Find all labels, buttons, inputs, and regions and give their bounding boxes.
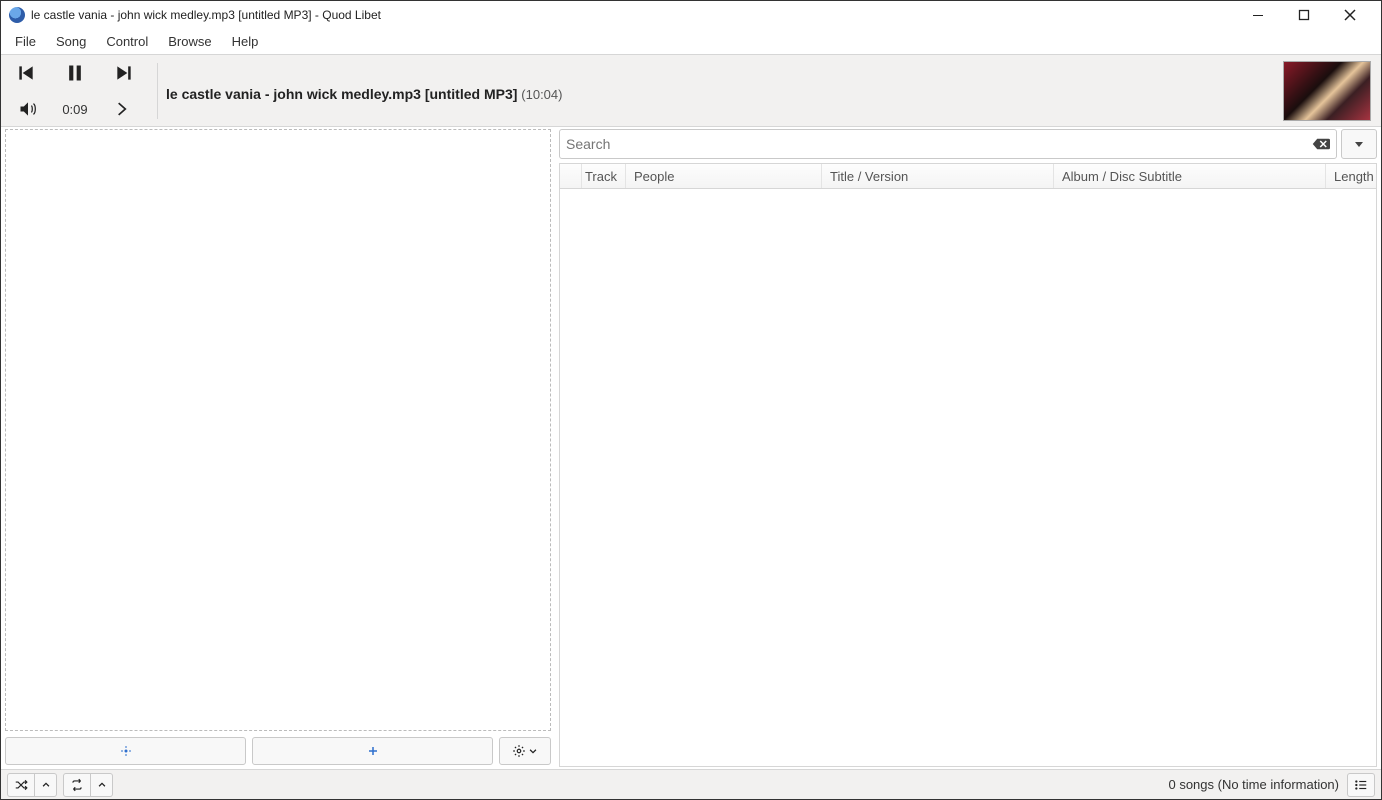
triangle-down-icon (1353, 138, 1365, 150)
gear-icon (512, 744, 526, 758)
minimize-button[interactable] (1235, 1, 1281, 29)
main-area: Track People Title / Version Album / Dis… (1, 127, 1381, 769)
album-art[interactable] (1283, 61, 1371, 121)
now-playing-duration: (10:04) (521, 87, 562, 102)
chevron-up-icon (41, 780, 51, 790)
previous-button[interactable] (6, 55, 46, 91)
search-options-button[interactable] (1341, 129, 1377, 159)
now-playing[interactable]: le castle vania - john wick medley.mp3 [… (166, 80, 1283, 102)
search-input[interactable] (566, 136, 1312, 152)
menubar: File Song Control Browse Help (1, 29, 1381, 55)
menu-control[interactable]: Control (96, 29, 158, 54)
col-title[interactable]: Title / Version (822, 164, 1054, 188)
plus-icon (367, 745, 379, 757)
shuffle-icon (14, 778, 28, 792)
col-people[interactable]: People (626, 164, 822, 188)
app-icon (9, 7, 25, 23)
clear-search-icon[interactable] (1312, 137, 1330, 151)
chevron-down-icon (528, 746, 538, 756)
col-track[interactable]: Track (582, 164, 626, 188)
divider (157, 63, 158, 119)
window-title: le castle vania - john wick medley.mp3 [… (31, 8, 381, 22)
next-button[interactable] (104, 55, 144, 91)
queue-button[interactable] (1347, 773, 1375, 797)
now-playing-title: le castle vania - john wick medley.mp3 [… (166, 86, 517, 102)
right-pane: Track People Title / Version Album / Dis… (559, 127, 1381, 769)
settings-button[interactable] (499, 737, 551, 765)
col-length[interactable]: Length (1326, 164, 1376, 188)
repeat-button[interactable] (63, 773, 91, 797)
shuffle-menu-button[interactable] (35, 773, 57, 797)
menu-file[interactable]: File (5, 29, 46, 54)
menu-help[interactable]: Help (222, 29, 269, 54)
elapsed-time[interactable]: 0:09 (62, 102, 87, 117)
add-button[interactable] (252, 737, 493, 765)
seek-forward-button[interactable] (102, 91, 142, 127)
statusbar: 0 songs (No time information) (1, 769, 1381, 799)
target-icon (120, 745, 132, 757)
col-playing[interactable] (560, 164, 582, 188)
repeat-menu-button[interactable] (91, 773, 113, 797)
tracklist[interactable] (559, 189, 1377, 767)
col-album[interactable]: Album / Disc Subtitle (1054, 164, 1326, 188)
list-icon (1354, 778, 1368, 792)
maximize-button[interactable] (1281, 1, 1327, 29)
add-location-button[interactable] (5, 737, 246, 765)
player-bar: 0:09 le castle vania - john wick medley.… (1, 55, 1381, 127)
titlebar: le castle vania - john wick medley.mp3 [… (1, 1, 1381, 29)
shuffle-button[interactable] (7, 773, 35, 797)
close-button[interactable] (1327, 1, 1373, 29)
repeat-icon (70, 778, 84, 792)
left-pane (1, 127, 553, 769)
search-box[interactable] (559, 129, 1337, 159)
menu-browse[interactable]: Browse (158, 29, 221, 54)
chevron-up-icon (97, 780, 107, 790)
menu-song[interactable]: Song (46, 29, 96, 54)
pause-button[interactable] (55, 55, 95, 91)
volume-button[interactable] (8, 91, 48, 127)
tracklist-header: Track People Title / Version Album / Dis… (559, 163, 1377, 189)
library-pane[interactable] (5, 129, 551, 731)
status-text: 0 songs (No time information) (1168, 777, 1339, 792)
